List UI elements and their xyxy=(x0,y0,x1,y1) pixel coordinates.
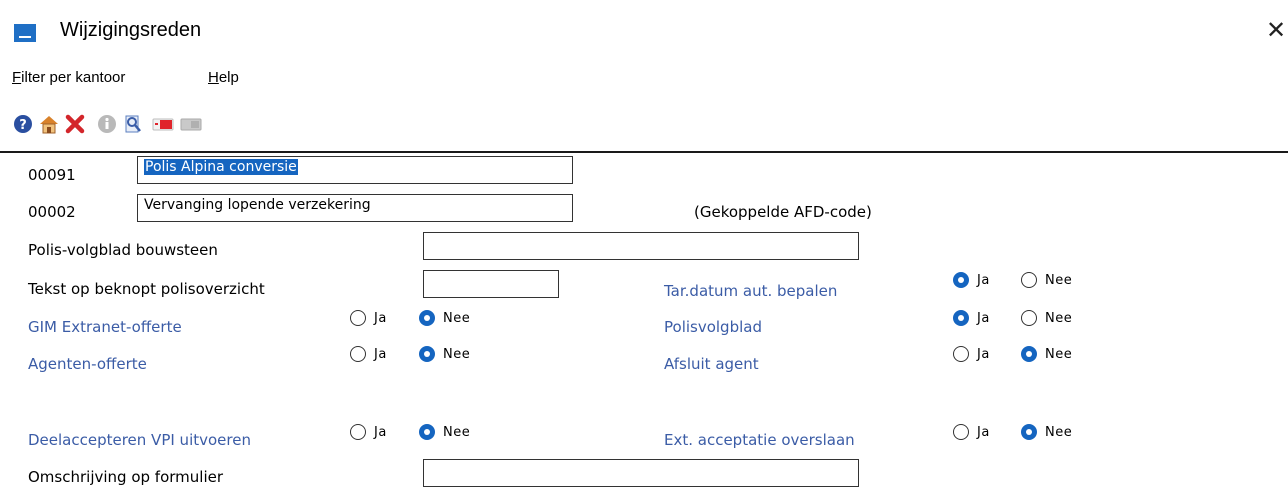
home-icon[interactable] xyxy=(38,114,60,134)
search-document-icon[interactable] xyxy=(122,114,144,134)
description-field-2[interactable]: Vervanging lopende verzekering xyxy=(137,194,573,222)
radio-circle xyxy=(350,346,366,362)
deelaccepteren-ja-radio[interactable]: Ja xyxy=(350,424,387,440)
menu-help[interactable]: Help xyxy=(208,69,239,86)
toolbar: ? xyxy=(0,96,1288,151)
menu-accel: H xyxy=(208,69,219,86)
code-label-2: 00002 xyxy=(28,203,76,221)
radio-label: Nee xyxy=(1045,424,1073,440)
radio-circle xyxy=(350,424,366,440)
code-label-1: 00091 xyxy=(28,166,76,184)
deelaccepteren-label: Deelaccepteren VPI uitvoeren xyxy=(28,431,251,449)
polis-volgblad-bouwsteen-label: Polis-volgblad bouwsteen xyxy=(28,241,218,259)
radio-label: Nee xyxy=(1045,272,1073,288)
ext-acceptatie-ja-radio[interactable]: Ja xyxy=(953,424,990,440)
polisvolgblad-nee-radio[interactable]: Nee xyxy=(1021,310,1072,326)
title-bar: Wijzigingsreden ✕ xyxy=(0,0,1288,62)
radio-label: Ja xyxy=(374,310,387,326)
polis-volgblad-bouwsteen-input[interactable] xyxy=(423,232,859,260)
radio-circle xyxy=(1021,272,1037,288)
description-value-2: Vervanging lopende verzekering xyxy=(144,197,371,213)
afsluit-agent-nee-radio[interactable]: Nee xyxy=(1021,346,1072,362)
radio-label: Ja xyxy=(977,346,990,362)
radio-circle xyxy=(953,346,969,362)
tar-datum-label: Tar.datum aut. bepalen xyxy=(664,282,838,300)
afsluit-agent-ja-radio[interactable]: Ja xyxy=(953,346,990,362)
radio-circle xyxy=(419,424,435,440)
radio-circle xyxy=(1021,424,1037,440)
radio-circle xyxy=(419,310,435,326)
description-field-1[interactable]: Polis Alpina conversie xyxy=(137,156,573,184)
ext-acceptatie-nee-radio[interactable]: Nee xyxy=(1021,424,1072,440)
radio-label: Ja xyxy=(977,272,990,288)
radio-circle xyxy=(1021,346,1037,362)
afsluit-agent-label: Afsluit agent xyxy=(664,355,759,373)
radio-label: Ja xyxy=(374,346,387,362)
radio-label: Ja xyxy=(374,424,387,440)
agenten-offerte-ja-radio[interactable]: Ja xyxy=(350,346,387,362)
radio-label: Nee xyxy=(1045,346,1073,362)
afd-code-note: (Gekoppelde AFD-code) xyxy=(694,203,872,221)
gim-extranet-ja-radio[interactable]: Ja xyxy=(350,310,387,326)
menu-filter-per-kantoor[interactable]: Filter per kantoor xyxy=(12,69,125,86)
help-icon[interactable]: ? xyxy=(12,114,34,134)
delete-icon[interactable] xyxy=(64,114,86,134)
gim-extranet-label: GIM Extranet-offerte xyxy=(28,318,182,336)
tekst-beknopt-input[interactable] xyxy=(423,270,559,298)
app-logo-icon xyxy=(14,24,36,42)
radio-circle xyxy=(953,310,969,326)
radio-circle xyxy=(419,346,435,362)
radio-label: Nee xyxy=(443,310,471,326)
radio-circle xyxy=(350,310,366,326)
tar-datum-nee-radio[interactable]: Nee xyxy=(1021,272,1072,288)
svg-text:?: ? xyxy=(19,118,27,133)
radio-label: Nee xyxy=(443,424,471,440)
radio-label: Ja xyxy=(977,310,990,326)
polisvolgblad-label: Polisvolgblad xyxy=(664,318,762,336)
window-title: Wijzigingsreden xyxy=(60,19,202,41)
menu-bar: Filter per kantoor Help xyxy=(0,62,1288,96)
radio-label: Nee xyxy=(443,346,471,362)
deelaccepteren-nee-radio[interactable]: Nee xyxy=(419,424,470,440)
radio-label: Ja xyxy=(977,424,990,440)
menu-label: elp xyxy=(218,69,239,86)
menu-accel: F xyxy=(12,69,22,86)
radio-circle xyxy=(953,272,969,288)
description-value-1: Polis Alpina conversie xyxy=(144,159,298,175)
info-icon[interactable] xyxy=(96,114,118,134)
ext-acceptatie-label: Ext. acceptatie overslaan xyxy=(664,431,855,449)
omschrijving-input[interactable] xyxy=(423,459,859,487)
agenten-offerte-nee-radio[interactable]: Nee xyxy=(419,346,470,362)
close-icon[interactable]: ✕ xyxy=(1266,16,1286,44)
tekst-beknopt-label: Tekst op beknopt polisoverzicht xyxy=(28,280,265,298)
radio-label: Nee xyxy=(1045,310,1073,326)
card-grey-icon[interactable] xyxy=(180,114,202,134)
agenten-offerte-label: Agenten-offerte xyxy=(28,355,147,373)
omschrijving-label: Omschrijving op formulier xyxy=(28,468,224,486)
radio-circle xyxy=(1021,310,1037,326)
polisvolgblad-ja-radio[interactable]: Ja xyxy=(953,310,990,326)
card-red-icon[interactable] xyxy=(152,114,174,134)
radio-circle xyxy=(953,424,969,440)
toolbar-separator xyxy=(0,151,1288,153)
tar-datum-ja-radio[interactable]: Ja xyxy=(953,272,990,288)
gim-extranet-nee-radio[interactable]: Nee xyxy=(419,310,470,326)
menu-label: ilter per kantoor xyxy=(21,69,126,86)
